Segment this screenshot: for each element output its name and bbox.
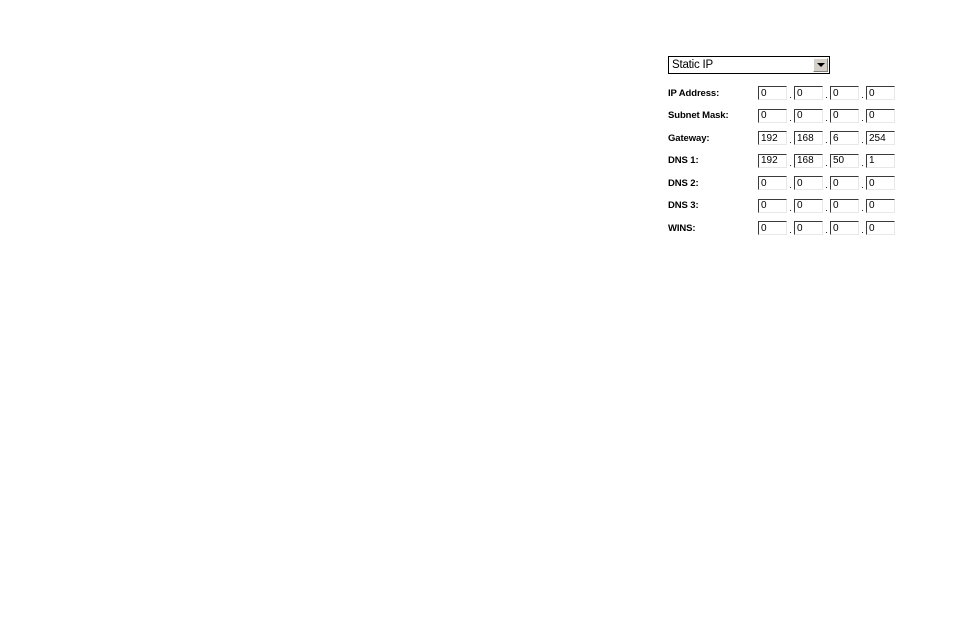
dns_3-label: DNS 3:: [668, 200, 699, 212]
wins-label: WINS:: [668, 222, 696, 234]
subnet_mask-octet-3-input[interactable]: [830, 108, 859, 123]
ip_address-octet-2-input[interactable]: [794, 86, 823, 101]
connection-type-dropdown-button[interactable]: [813, 58, 828, 72]
octet-separator: .: [825, 112, 828, 123]
wins-octet-3-input[interactable]: [830, 221, 859, 236]
octet-separator: .: [861, 157, 864, 168]
wins-octet-2-input[interactable]: [794, 221, 823, 236]
octet-separator: .: [861, 112, 864, 123]
field-row-ip_address: IP Address:...: [668, 82, 895, 105]
octet-separator: .: [789, 135, 792, 146]
dns_1-octet-3-input[interactable]: [830, 153, 859, 168]
dns_3-octet-2-input[interactable]: [794, 198, 823, 213]
field-row-dns_3: DNS 3:...: [668, 195, 895, 218]
octet-separator: .: [789, 180, 792, 191]
dns_1-label: DNS 1:: [668, 155, 699, 167]
field-row-wins: WINS:...: [668, 217, 895, 240]
wins-octet-1-input[interactable]: [758, 221, 787, 236]
dns_3-octet-1-input[interactable]: [758, 198, 787, 213]
dns_3-octet-4-input[interactable]: [866, 198, 895, 213]
ip_address-octet-3-input[interactable]: [830, 86, 859, 101]
octet-separator: .: [789, 202, 792, 213]
field-row-subnet_mask: Subnet Mask:...: [668, 105, 895, 128]
octet-separator: .: [825, 202, 828, 213]
octet-separator: .: [789, 112, 792, 123]
gateway-octets: ...: [758, 131, 895, 146]
octet-separator: .: [789, 157, 792, 168]
subnet_mask-octet-1-input[interactable]: [758, 108, 787, 123]
octet-separator: .: [861, 180, 864, 191]
dns_2-octet-1-input[interactable]: [758, 176, 787, 191]
octet-separator: .: [825, 90, 828, 101]
ip-fields-container: IP Address:...Subnet Mask:...Gateway:...…: [668, 82, 895, 240]
gateway-octet-1-input[interactable]: [758, 131, 787, 146]
field-row-dns_1: DNS 1:...: [668, 150, 895, 173]
ip_address-octets: ...: [758, 86, 895, 101]
octet-separator: .: [861, 135, 864, 146]
dns_3-octet-3-input[interactable]: [830, 198, 859, 213]
octet-separator: .: [825, 225, 828, 236]
subnet_mask-octet-4-input[interactable]: [866, 108, 895, 123]
chevron-down-icon: [816, 63, 825, 67]
field-row-dns_2: DNS 2:...: [668, 172, 895, 195]
octet-separator: .: [789, 225, 792, 236]
dns_2-octets: ...: [758, 176, 895, 191]
ip_address-label: IP Address:: [668, 87, 720, 99]
octet-separator: .: [825, 135, 828, 146]
wins-octets: ...: [758, 221, 895, 236]
subnet_mask-label: Subnet Mask:: [668, 110, 729, 122]
wins-octet-4-input[interactable]: [866, 221, 895, 236]
subnet_mask-octet-2-input[interactable]: [794, 108, 823, 123]
octet-separator: .: [861, 202, 864, 213]
gateway-octet-2-input[interactable]: [794, 131, 823, 146]
octet-separator: .: [789, 90, 792, 101]
gateway-label: Gateway:: [668, 132, 710, 144]
octet-separator: .: [861, 225, 864, 236]
ip-configuration-panel: Static IP IP Address:...Subnet Mask:...G…: [668, 56, 895, 240]
gateway-octet-4-input[interactable]: [866, 131, 895, 146]
gateway-octet-3-input[interactable]: [830, 131, 859, 146]
connection-type-selected-value: Static IP: [672, 59, 714, 71]
dns_3-octets: ...: [758, 198, 895, 213]
field-row-gateway: Gateway:...: [668, 127, 895, 150]
dns_1-octet-2-input[interactable]: [794, 153, 823, 168]
dns_2-octet-4-input[interactable]: [866, 176, 895, 191]
dns_1-octets: ...: [758, 153, 895, 168]
octet-separator: .: [825, 157, 828, 168]
dns_1-octet-1-input[interactable]: [758, 153, 787, 168]
dns_1-octet-4-input[interactable]: [866, 153, 895, 168]
dns_2-octet-2-input[interactable]: [794, 176, 823, 191]
dns_2-octet-3-input[interactable]: [830, 176, 859, 191]
connection-type-row: Static IP: [668, 56, 894, 76]
octet-separator: .: [861, 90, 864, 101]
connection-type-select[interactable]: Static IP: [668, 56, 830, 74]
ip_address-octet-4-input[interactable]: [866, 86, 895, 101]
dns_2-label: DNS 2:: [668, 177, 699, 189]
subnet_mask-octets: ...: [758, 108, 895, 123]
octet-separator: .: [825, 180, 828, 191]
ip_address-octet-1-input[interactable]: [758, 86, 787, 101]
